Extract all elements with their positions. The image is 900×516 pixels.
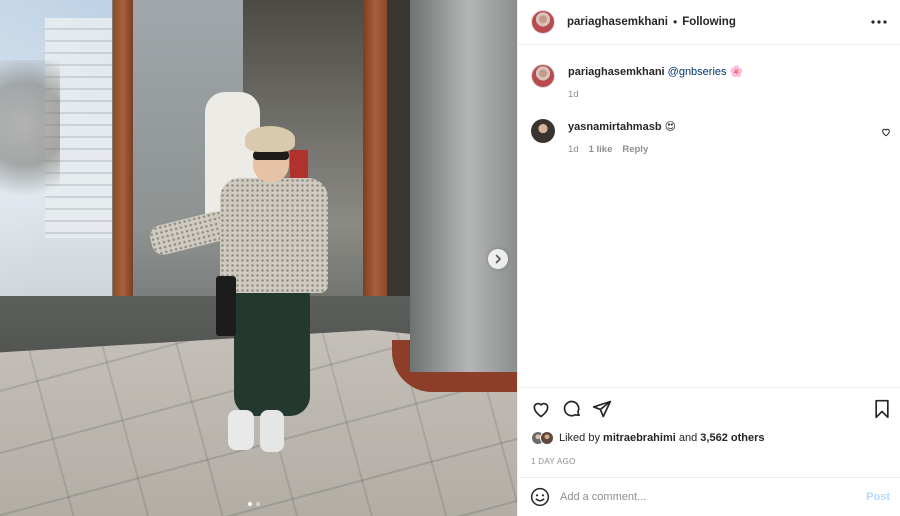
door-recess (387, 0, 412, 296)
black-bag (216, 276, 236, 336)
like-button[interactable] (530, 398, 552, 420)
comment-time[interactable]: 1d (568, 144, 579, 155)
liked-by-username[interactable]: mitraebrahimi (603, 432, 676, 444)
shop-window-left (0, 0, 115, 330)
post-date[interactable]: 1 DAY AGO (531, 457, 576, 466)
heart-icon (533, 402, 549, 418)
likes-summary[interactable]: Liked by mitraebrahimi and 3,562 others (531, 431, 764, 445)
post-header: pariaghasemkhani • Following (518, 0, 900, 45)
post-caption: pariaghasemkhani @gnbseries 🌸 1d (531, 64, 743, 100)
caption-time[interactable]: 1d (568, 89, 579, 100)
carousel-dot (256, 502, 260, 506)
likes-and-label: and (678, 432, 698, 444)
post-media[interactable] (0, 0, 517, 516)
author-username[interactable]: pariaghasemkhani (567, 16, 668, 28)
instagram-post: pariaghasemkhani • Following pariaghasem… (0, 0, 900, 516)
more-options-icon (871, 20, 887, 24)
emoji-picker-button[interactable] (530, 487, 550, 507)
next-slide-button[interactable] (488, 249, 508, 269)
chevron-right-icon (495, 254, 501, 264)
post-actions: Liked by mitraebrahimi and 3,562 others … (518, 387, 900, 477)
caption-emoji: 🌸 (729, 65, 744, 78)
post-side-panel: pariaghasemkhani • Following pariaghasem… (517, 0, 900, 516)
carousel-indicator (248, 502, 260, 506)
wood-frame (113, 0, 133, 338)
comment-likes-count[interactable]: 1 like (589, 144, 613, 155)
author-avatar[interactable] (531, 10, 555, 34)
header-separator: • (672, 15, 678, 29)
bookmark-icon (875, 399, 889, 419)
green-trousers (234, 286, 310, 416)
likes-others-count[interactable]: 3,562 others (700, 432, 764, 444)
sneaker (260, 410, 284, 452)
post-photo (0, 0, 517, 516)
comment-icon (563, 400, 580, 417)
caption-username[interactable]: pariaghasemkhani (568, 66, 665, 78)
comment-like-button[interactable] (881, 126, 891, 137)
save-button[interactable] (871, 398, 893, 420)
comments-section[interactable]: pariaghasemkhani @gnbseries 🌸 1d yasnami… (518, 46, 900, 386)
add-comment-bar: Post (518, 477, 900, 516)
heart-icon (882, 128, 890, 137)
wood-frame (363, 0, 387, 300)
caption-mention-link[interactable]: @gnbseries (668, 66, 727, 78)
liker-avatar (540, 431, 554, 445)
comment-item: yasnamirtahmasb 😍 1d 1 like Reply (531, 119, 676, 155)
commenter-avatar[interactable] (531, 119, 555, 143)
bucket-hat (245, 126, 295, 152)
following-button[interactable]: Following (682, 16, 736, 28)
granite-column (410, 0, 517, 372)
reply-button[interactable]: Reply (622, 144, 648, 155)
author-avatar[interactable] (531, 64, 555, 88)
share-icon (592, 400, 612, 418)
carousel-dot-active (248, 502, 252, 506)
emoji-icon (530, 487, 550, 507)
comment-button[interactable] (561, 398, 583, 420)
comment-emoji: 😍 (664, 120, 677, 133)
share-button[interactable] (591, 398, 613, 420)
woman-figure (147, 126, 340, 456)
tweed-jacket (220, 178, 328, 293)
liked-by-label: Liked by (559, 432, 600, 444)
post-comment-button[interactable]: Post (866, 491, 890, 503)
sneaker (228, 410, 254, 450)
sunglasses (253, 151, 289, 160)
more-options-button[interactable] (871, 14, 887, 30)
commenter-username[interactable]: yasnamirtahmasb (568, 121, 662, 133)
comment-input[interactable] (560, 491, 840, 503)
